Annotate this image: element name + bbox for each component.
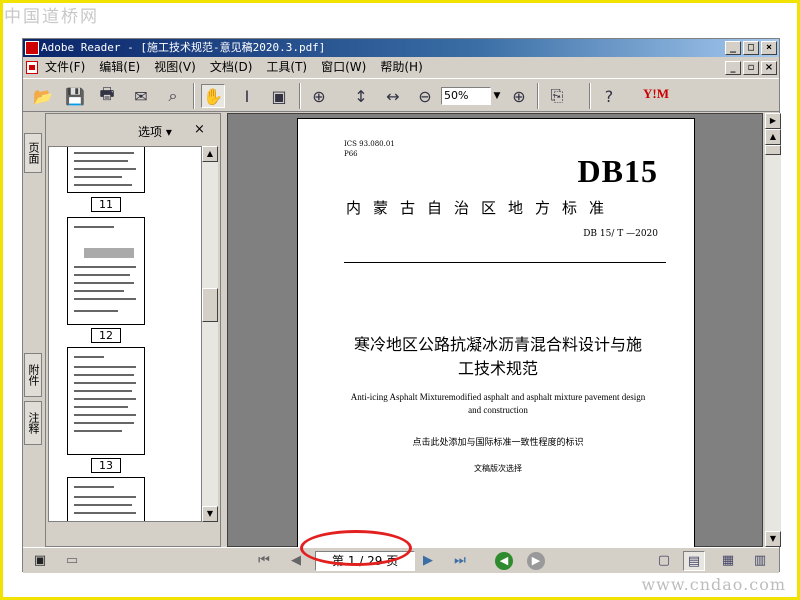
- doc-close-button[interactable]: ×: [761, 61, 777, 75]
- highlight-circle: [300, 530, 412, 566]
- scroll-down-icon[interactable]: ▼: [202, 506, 218, 522]
- zoom-in-icon[interactable]: ⊕: [307, 84, 331, 108]
- search-icon[interactable]: ⌕: [161, 84, 185, 108]
- zoom-plus-icon[interactable]: ⊕: [507, 84, 531, 108]
- hand-tool-icon[interactable]: ✋: [201, 84, 225, 108]
- thumbnail-label[interactable]: 12: [91, 328, 121, 343]
- pages-panel: 选项 ▾ × 11 12 13 ▲ ▼: [45, 113, 221, 547]
- menu-window[interactable]: 窗口(W): [321, 58, 366, 77]
- fit-width-icon[interactable]: ↔: [381, 84, 405, 108]
- first-page-icon[interactable]: ⏮: [255, 552, 273, 570]
- rotate-icon[interactable]: ⎘: [545, 84, 569, 108]
- go-back-icon[interactable]: ◀: [495, 552, 513, 570]
- side-tabs: 页面 附件 注释: [23, 113, 43, 547]
- window-title: Adobe Reader - [施工技术规范-意见稿2020.3.pdf]: [41, 41, 326, 54]
- work-area: 页面 附件 注释 选项 ▾ × 11 12 13 ▲ ▼ ICS 93.080.…: [23, 113, 781, 548]
- minimize-button[interactable]: _: [725, 41, 741, 55]
- tab-attachments[interactable]: 附件: [24, 353, 42, 397]
- title-bar: Adobe Reader - [施工技术规范-意见稿2020.3.pdf] _ …: [23, 39, 779, 57]
- print-icon[interactable]: 🖶: [95, 84, 119, 108]
- next-page-icon[interactable]: ▶: [419, 552, 437, 570]
- facing-view-icon[interactable]: ▦: [717, 551, 739, 571]
- page-thumbnail-13[interactable]: [67, 347, 145, 455]
- standard-number: DB 15/ T —2020: [583, 229, 658, 239]
- document-title-en: Anti-icing Asphalt Mixturemodified aspha…: [350, 392, 646, 415]
- pdf-document-icon[interactable]: [26, 61, 38, 74]
- tab-comments[interactable]: 注释: [24, 401, 42, 445]
- ics-code: ICS 93.080.01 P66: [344, 140, 395, 158]
- page-layout-icon[interactable]: ▭: [63, 552, 81, 570]
- email-icon[interactable]: ✉: [129, 84, 153, 108]
- select-text-icon[interactable]: I: [235, 84, 259, 108]
- snapshot-icon[interactable]: ▣: [267, 84, 291, 108]
- help-icon[interactable]: ?: [597, 84, 621, 108]
- thumbnail-label[interactable]: 13: [91, 458, 121, 473]
- menu-view[interactable]: 视图(V): [154, 58, 196, 77]
- page-thumbnail-11[interactable]: [67, 147, 145, 193]
- watermark-top: 中国道桥网: [4, 7, 99, 27]
- pdf-page: ICS 93.080.01 P66 DB15 内蒙古自治区地方标准 DB 15/…: [297, 118, 695, 548]
- menu-tools[interactable]: 工具(T): [266, 58, 307, 77]
- document-title-cn: 寒冷地区公路抗凝冰沥青混合料设计与施 工技术规范: [353, 335, 642, 378]
- menu-file[interactable]: 文件(F): [45, 58, 85, 77]
- single-page-view-icon[interactable]: ▢: [653, 551, 675, 571]
- scroll-thumb[interactable]: [765, 145, 781, 155]
- yahoo-icon[interactable]: Y!M: [643, 86, 683, 106]
- header-rule: [344, 262, 666, 263]
- thumbnail-list: 11 12 13: [48, 146, 202, 522]
- save-icon[interactable]: 💾: [63, 84, 87, 108]
- panel-close-icon[interactable]: ×: [194, 122, 205, 137]
- doc-minimize-button[interactable]: _: [725, 61, 741, 75]
- menu-bar: 文件(F) 编辑(E) 视图(V) 文档(D) 工具(T) 窗口(W) 帮助(H…: [23, 58, 779, 77]
- toolbar: 📂 💾 🖶 ✉ ⌕ ✋ I ▣ ⊕ ↕ ↔ ⊖ 50% ▼ ⊕ ⎘ ? Y!M: [23, 78, 779, 112]
- close-button[interactable]: ×: [761, 41, 777, 55]
- scroll-thumb[interactable]: [202, 288, 218, 322]
- reader-window: Adobe Reader - [施工技术规范-意见稿2020.3.pdf] _ …: [22, 38, 781, 573]
- zoom-out-icon[interactable]: ⊖: [413, 84, 437, 108]
- maximize-button[interactable]: □: [743, 41, 759, 55]
- last-page-icon[interactable]: ⏭: [451, 552, 469, 570]
- scroll-up-icon[interactable]: ▲: [202, 146, 218, 162]
- thumbnail-scrollbar[interactable]: ▲ ▼: [202, 146, 218, 522]
- go-forward-icon[interactable]: ▶: [527, 552, 545, 570]
- zoom-input[interactable]: 50%: [441, 87, 491, 105]
- open-icon[interactable]: 📂: [31, 84, 55, 108]
- watermark-bottom: www.cndao.com: [641, 575, 786, 594]
- previous-page-icon[interactable]: ◀: [287, 552, 305, 570]
- page-thumbnail-14[interactable]: [67, 477, 145, 521]
- options-menu[interactable]: 选项 ▾: [138, 123, 172, 140]
- continuous-facing-view-icon[interactable]: ▥: [749, 551, 771, 571]
- menu-help[interactable]: 帮助(H): [380, 58, 422, 77]
- standard-code: DB15: [577, 153, 658, 189]
- scroll-down-icon[interactable]: ▼: [765, 531, 781, 547]
- zoom-dropdown-icon[interactable]: ▼: [491, 87, 503, 105]
- standard-region: 内蒙古自治区地方标准: [346, 199, 617, 217]
- document-view: ICS 93.080.01 P66 DB15 内蒙古自治区地方标准 DB 15/…: [227, 113, 763, 548]
- scroll-top-icon[interactable]: ▶: [765, 113, 781, 129]
- fit-height-icon[interactable]: ↕: [349, 84, 373, 108]
- draft-version[interactable]: 文稿版次选择: [338, 463, 658, 474]
- document-scrollbar[interactable]: ▶ ▲ ▼: [765, 113, 781, 547]
- doc-restore-button[interactable]: ▫: [743, 61, 759, 75]
- intl-consistency-mark[interactable]: 点击此处添加与国际标准一致性程度的标识: [338, 435, 658, 448]
- scroll-up-icon[interactable]: ▲: [765, 129, 781, 145]
- continuous-view-icon[interactable]: ▤: [683, 551, 705, 571]
- tab-pages[interactable]: 页面: [24, 133, 42, 173]
- adobe-reader-icon: [25, 41, 39, 55]
- page-thumbnail-12[interactable]: [67, 217, 145, 325]
- menu-document[interactable]: 文档(D): [210, 58, 253, 77]
- menu-edit[interactable]: 编辑(E): [99, 58, 140, 77]
- thumbnail-label[interactable]: 11: [91, 197, 121, 212]
- panel-toggle-icon[interactable]: ▣: [31, 552, 49, 570]
